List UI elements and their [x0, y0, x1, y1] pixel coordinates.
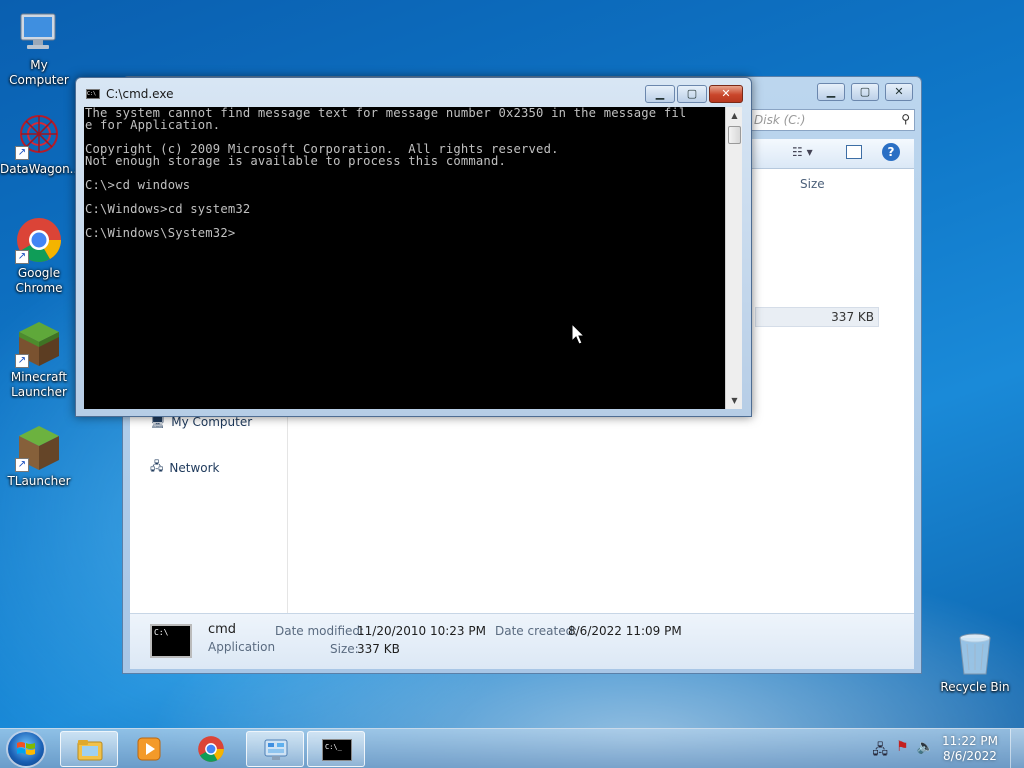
vertical-scrollbar[interactable]: ▲ ▼ [725, 107, 742, 409]
maximize-button[interactable]: ▢ [851, 83, 879, 101]
help-icon[interactable]: ? [882, 143, 900, 161]
desktop-icon-tlauncher[interactable]: ↗ TLauncher [0, 424, 78, 489]
media-player-icon [137, 737, 161, 761]
search-input[interactable]: Disk (C:) ⚲ [749, 109, 915, 131]
date-created-label: Date created: [495, 624, 578, 638]
file-size-cell: 337 KB [755, 307, 879, 327]
console-output-area[interactable]: The system cannot find message text for … [84, 107, 725, 409]
date-modified-label: Date modified: [275, 624, 365, 638]
details-file-name: cmd [208, 622, 237, 637]
datawagon-icon: ↗ [15, 112, 63, 160]
close-button[interactable]: ✕ [885, 83, 913, 101]
scroll-down-arrow-icon[interactable]: ▼ [726, 392, 743, 409]
desktop-icon-label: TLauncher [7, 474, 71, 488]
explorer-icon [77, 740, 103, 761]
computer-icon: 🖥 [150, 415, 166, 429]
clock-time: 11:22 PM [942, 734, 998, 748]
taskbar: C:\_ 🖧 ⚑ 🔈 11:22 PM 8/6/2022 [0, 728, 1024, 768]
cmd-icon: C:\_ [322, 739, 352, 761]
desktop-icon-label: Google Chrome [15, 266, 63, 295]
volume-icon[interactable]: 🔈 [917, 739, 934, 763]
minimize-button[interactable]: ▁ [817, 83, 845, 101]
cmd-thumbnail-text: C:\ [154, 628, 169, 637]
desktop-icon-my-computer[interactable]: My Computer [0, 8, 78, 88]
clock[interactable]: 11:22 PM 8/6/2022 [942, 734, 998, 764]
desktop-icon-datawagon[interactable]: ↗ DataWagon... [0, 112, 82, 177]
show-desktop-button[interactable] [1010, 729, 1024, 768]
search-icon: ⚲ [901, 112, 910, 126]
shortcut-arrow-icon: ↗ [15, 354, 29, 368]
preview-pane-icon[interactable] [846, 145, 862, 159]
minecraft-icon: ↗ [15, 320, 63, 368]
desktop-icon-recycle-bin[interactable]: Recycle Bin [936, 630, 1014, 695]
start-button[interactable] [6, 730, 46, 768]
control-panel-icon [264, 739, 288, 760]
windows-logo-icon [17, 742, 35, 755]
recycle-bin-icon [951, 630, 999, 678]
nav-label: Network [169, 460, 220, 475]
cmd-icon-text: C:\ [87, 91, 97, 97]
cmd-window[interactable]: C:\ C:\cmd.exe ▁ ▢ ✕ The system cannot f… [75, 77, 752, 417]
taskbar-cmd-button[interactable]: C:\_ [307, 731, 365, 767]
scroll-up-arrow-icon[interactable]: ▲ [726, 107, 743, 124]
explorer-caption-buttons: ▁ ▢ ✕ [817, 83, 913, 101]
desktop-icon-label: My Computer [9, 58, 69, 87]
nav-item-network[interactable]: 🖧 Network [150, 457, 220, 478]
date-modified-value: 11/20/2010 10:23 PM [357, 624, 486, 638]
search-placeholder: Disk (C:) [754, 113, 806, 127]
tlauncher-icon: ↗ [15, 424, 63, 472]
chrome-icon [198, 736, 224, 762]
action-center-flag-icon[interactable]: ⚑ [896, 739, 909, 763]
cmd-titlebar[interactable]: C:\ C:\cmd.exe ▁ ▢ ✕ [76, 78, 751, 106]
details-pane: C:\ cmd Application Date modified: 11/20… [130, 613, 914, 669]
mouse-cursor-icon [571, 323, 585, 345]
cmd-window-title: C:\cmd.exe [106, 87, 174, 101]
shortcut-arrow-icon: ↗ [15, 458, 29, 472]
desktop-icon-google-chrome[interactable]: ↗ Google Chrome [0, 216, 78, 296]
taskbar-chrome-button[interactable] [182, 731, 240, 767]
shortcut-arrow-icon: ↗ [15, 250, 29, 264]
view-options-icon[interactable]: ☷ ▾ [792, 145, 813, 159]
minimize-button[interactable]: ▁ [645, 85, 675, 103]
close-button[interactable]: ✕ [709, 85, 743, 103]
console-text: The system cannot find message text for … [85, 107, 687, 240]
shortcut-arrow-icon: ↗ [15, 146, 29, 160]
size-value: 337 KB [357, 642, 400, 656]
nav-item-my-computer[interactable]: 🖥 My Computer [150, 415, 252, 429]
taskbar-control-panel-button[interactable] [246, 731, 304, 767]
network-icon: 🖧 [150, 459, 164, 473]
maximize-button[interactable]: ▢ [677, 85, 707, 103]
cmd-icon-text: C:\_ [325, 743, 342, 751]
network-icon[interactable]: 🖧 [872, 739, 888, 763]
cmd-caption-buttons: ▁ ▢ ✕ [645, 85, 743, 103]
scrollbar-thumb[interactable] [728, 126, 741, 144]
cmd-icon: C:\ [86, 89, 100, 99]
cmd-thumbnail-icon: C:\ [150, 624, 192, 658]
column-header-size[interactable]: Size [800, 177, 825, 191]
computer-icon [15, 8, 63, 56]
details-file-type: Application [208, 640, 276, 654]
desktop-icon-label: Minecraft Launcher [10, 370, 68, 399]
taskbar-media-player-button[interactable] [120, 731, 178, 767]
desktop-icon-label: Recycle Bin [940, 680, 1010, 694]
desktop-icon-label: DataWagon... [0, 162, 82, 176]
clock-date: 8/6/2022 [943, 749, 997, 763]
size-label: Size: [330, 642, 359, 656]
chrome-icon: ↗ [15, 216, 63, 264]
nav-label: My Computer [171, 415, 253, 429]
system-tray: 🖧 ⚑ 🔈 [872, 739, 934, 763]
date-created-value: 8/6/2022 11:09 PM [568, 624, 682, 638]
desktop-icon-minecraft-launcher[interactable]: ↗ Minecraft Launcher [0, 320, 78, 400]
taskbar-explorer-button[interactable] [60, 731, 118, 767]
